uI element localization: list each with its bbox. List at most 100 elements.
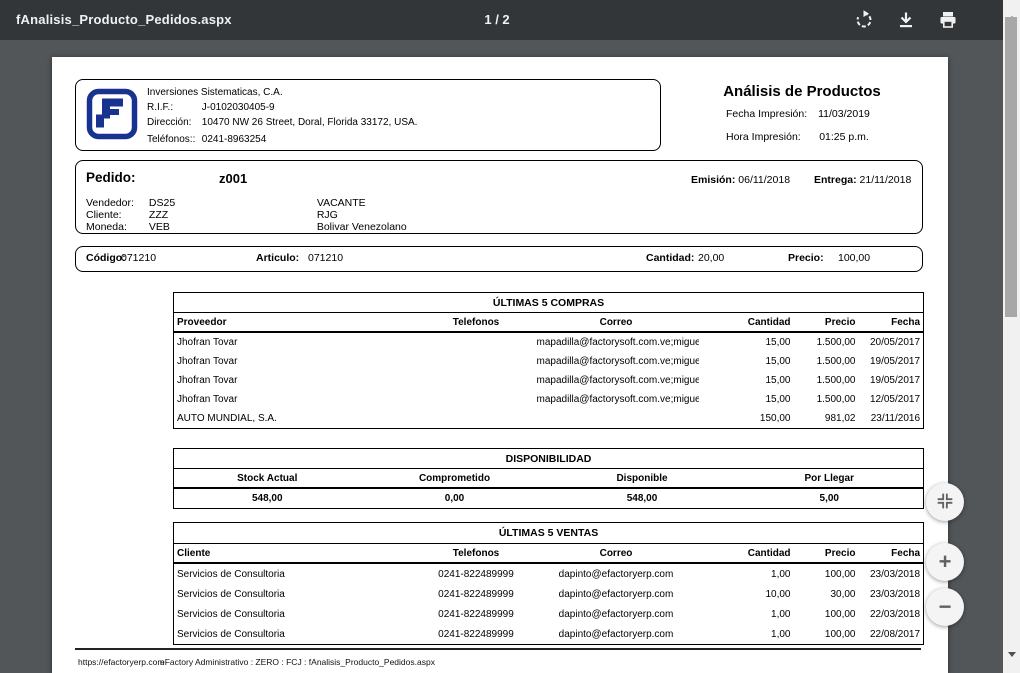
cell: dapinto@efactoryerp.com (534, 584, 699, 604)
zoom-out-icon: − (939, 596, 952, 618)
cell: 0241-822489999 (419, 624, 534, 645)
pedido-numero: z001 (219, 171, 247, 186)
download-icon (896, 10, 916, 30)
vendedor-label: Vendedor: (86, 197, 146, 209)
zoom-out-button[interactable]: − (926, 588, 964, 626)
disponibilidad-title: DISPONIBILIDAD (174, 449, 924, 469)
table-row: Cliente Telefonos Correo Cantidad Precio… (174, 544, 924, 564)
cell: 0241-822489999 (419, 604, 534, 624)
articulo-label: Articulo: (256, 252, 299, 264)
rotate-icon (854, 10, 874, 30)
scroll-down-icon (1008, 652, 1016, 672)
cell: 0241-822489999 (419, 584, 534, 604)
footer-divider (75, 648, 921, 650)
cell: 1.500,00 (794, 371, 859, 390)
report-title: Análisis de Productos (664, 83, 940, 100)
moneda-label: Moneda: (86, 221, 146, 233)
vertical-scrollbar[interactable] (1003, 0, 1020, 673)
table-row: Stock Actual Comprometido Disponible Por… (174, 469, 924, 489)
cliente-code: ZZZ (149, 209, 314, 221)
table-row: AUTO MUNDIAL, S.A. 150,00 981,02 23/11/2… (174, 409, 924, 429)
col-header: Precio (794, 313, 859, 333)
cell: 0,00 (361, 488, 549, 509)
vendedor-code: DS25 (149, 197, 314, 209)
rotate-button[interactable] (848, 4, 880, 36)
cell: Servicios de Consultoria (174, 563, 419, 584)
cell: 22/08/2017 (859, 624, 924, 645)
cell (419, 390, 534, 409)
codigo-value: 071210 (121, 252, 156, 264)
cell: 100,00 (794, 624, 859, 645)
cell: mapadilla@factorysoft.com.ve;miguelpadil… (534, 390, 699, 409)
cell: mapadilla@factorysoft.com.ve;miguelpadil… (534, 332, 699, 352)
cliente-name: RJG (317, 209, 338, 221)
rif-value: J-0102030405-9 (202, 102, 275, 113)
articulo-value: 071210 (308, 252, 343, 264)
cell (419, 409, 534, 429)
pedido-box: Pedido: z001 Emisión: 06/11/2018 Entrega… (75, 160, 923, 234)
cell (419, 332, 534, 352)
ventas-title: ÚLTIMAS 5 VENTAS (174, 523, 924, 544)
cell: 15,00 (699, 352, 794, 371)
pdf-viewer: fAnalisis_Producto_Pedidos.aspx 1 / 2 (0, 0, 1020, 673)
cell: 1.500,00 (794, 332, 859, 352)
footer-breadcrumb: eFactory Administrativo : ZERO : FCJ : f… (160, 657, 435, 667)
pedido-label: Pedido: (86, 170, 136, 185)
col-header: Correo (534, 544, 699, 564)
download-button[interactable] (890, 4, 922, 36)
cell: 19/05/2017 (859, 352, 924, 371)
emision-label: Emisión: (691, 174, 735, 186)
table-row: Proveedor Telefonos Correo Cantidad Prec… (174, 313, 924, 333)
cantidad-label: Cantidad: (646, 252, 694, 264)
direccion-value: 10470 NW 26 Street, Doral, Florida 33172… (202, 117, 418, 128)
cell: 981,02 (794, 409, 859, 429)
entrega-value: 21/11/2018 (860, 174, 912, 186)
scroll-down-button[interactable] (1003, 656, 1020, 673)
telefonos-value: 0241-8963254 (202, 134, 267, 145)
cantidad-value: 20,00 (698, 252, 724, 264)
table-row: Servicios de Consultoria 0241-822489999 … (174, 604, 924, 624)
cell: 23/03/2018 (859, 563, 924, 584)
cell: 12/05/2017 (859, 390, 924, 409)
cell: 5,00 (736, 488, 924, 509)
cell: Jhofran Tovar (174, 371, 419, 390)
page-indicator: 1 / 2 (484, 12, 509, 27)
cell: dapinto@efactoryerp.com (534, 563, 699, 584)
cell: 15,00 (699, 371, 794, 390)
table-row: Servicios de Consultoria 0241-822489999 … (174, 584, 924, 604)
footer-url: https://efactoryerp.com (78, 657, 164, 667)
cell: Servicios de Consultoria (174, 584, 419, 604)
table-row: Jhofran Tovar mapadilla@factorysoft.com.… (174, 390, 924, 409)
col-header: Cantidad (699, 544, 794, 564)
precio-value: 100,00 (838, 252, 870, 264)
cell: Servicios de Consultoria (174, 624, 419, 645)
fit-page-button[interactable] (926, 483, 964, 521)
cell: 100,00 (794, 563, 859, 584)
cell: Jhofran Tovar (174, 352, 419, 371)
viewer-toolbar: fAnalisis_Producto_Pedidos.aspx 1 / 2 (0, 0, 1020, 40)
telefonos-label: Teléfonos:: (147, 134, 199, 145)
zoom-in-icon: + (939, 551, 952, 573)
cell: Jhofran Tovar (174, 332, 419, 352)
fecha-impresion-value: 11/03/2019 (784, 108, 904, 120)
cell: 1,00 (699, 604, 794, 624)
table-row: Jhofran Tovar mapadilla@factorysoft.com.… (174, 332, 924, 352)
scrollbar-thumb[interactable] (1005, 17, 1017, 317)
cell: 548,00 (174, 488, 361, 509)
cell: 30,00 (794, 584, 859, 604)
print-button[interactable] (932, 4, 964, 36)
col-header: Telefonos (419, 544, 534, 564)
cell: 10,00 (699, 584, 794, 604)
scroll-up-button[interactable] (1003, 0, 1020, 17)
cell: 22/03/2018 (859, 604, 924, 624)
table-row: ÚLTIMAS 5 COMPRAS (174, 293, 924, 313)
compras-title: ÚLTIMAS 5 COMPRAS (174, 293, 924, 313)
precio-label: Precio: (788, 252, 824, 264)
cell: mapadilla@factorysoft.com.ve;miguelpadil… (534, 352, 699, 371)
zoom-in-button[interactable]: + (926, 543, 964, 581)
cliente-label: Cliente: (86, 209, 146, 221)
cell: dapinto@efactoryerp.com (534, 624, 699, 645)
moneda-name: Bolivar Venezolano (317, 221, 407, 233)
cell: 1.500,00 (794, 352, 859, 371)
col-header: Comprometido (361, 469, 549, 489)
